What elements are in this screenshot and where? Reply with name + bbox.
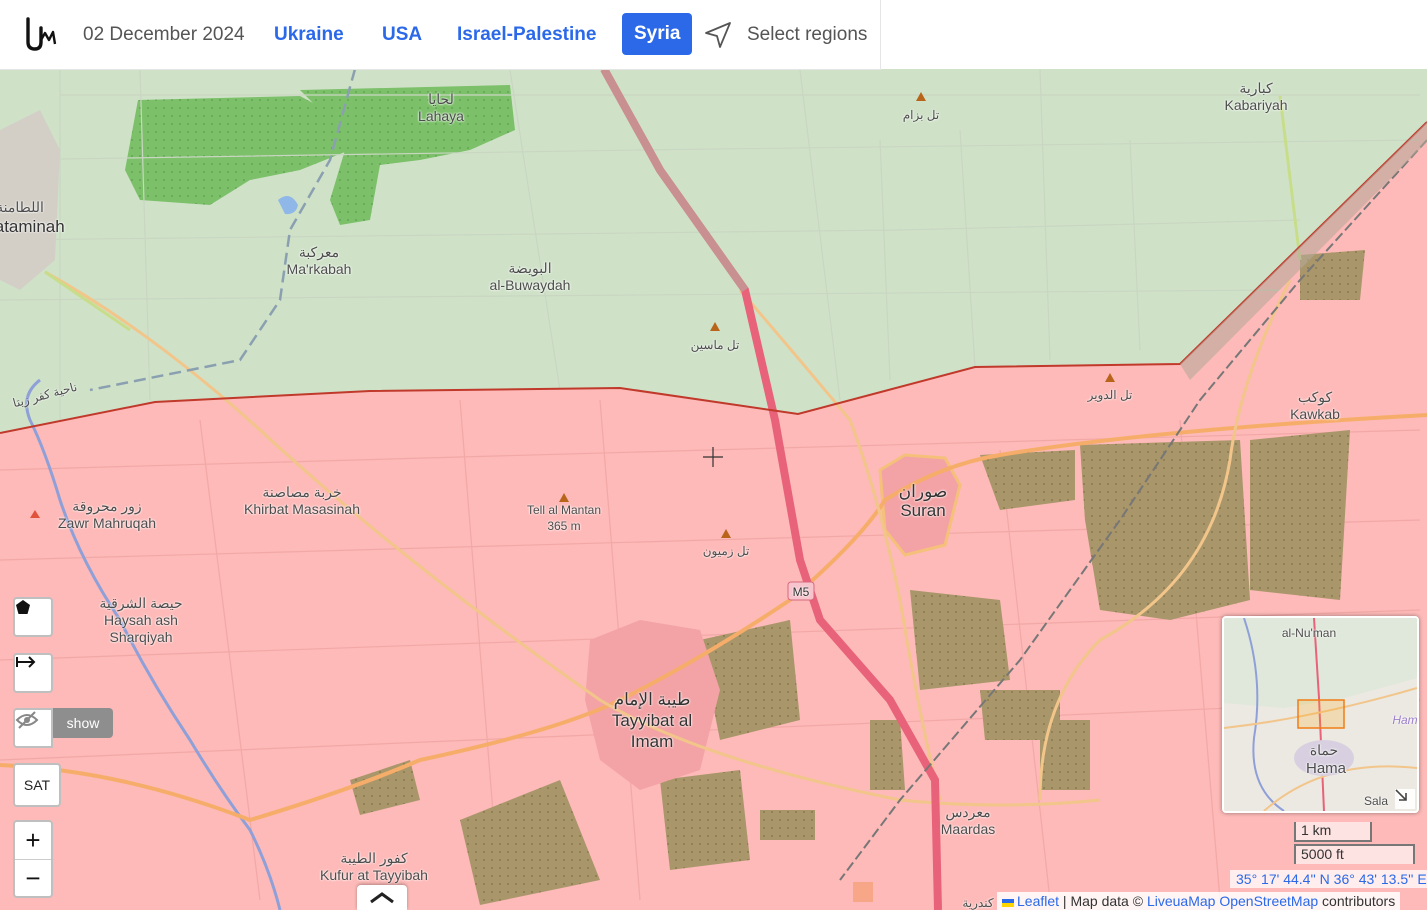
place-label-tal-bazam: تل بزام [902, 108, 940, 122]
measure-distance-button[interactable] [13, 653, 53, 693]
select-regions-label: Select regions [747, 24, 868, 45]
place-label-kabariyah-ar: كبارية [1239, 80, 1273, 96]
place-label-kawkab: Kawkab [1290, 406, 1340, 422]
place-label-zawr-ar: زور محروقة [72, 498, 142, 514]
minimap-label-hama-ar: حماة [1309, 742, 1339, 758]
tab-israel-palestine[interactable]: Israel-Palestine [457, 24, 596, 46]
scale-metric: 1 km [1294, 822, 1372, 842]
minimap-layers [1224, 618, 1417, 811]
place-label-tayyibat-line2: Imam [630, 732, 674, 751]
expand-panel-button[interactable] [357, 885, 407, 910]
place-label-maardas-ar: معردس [945, 804, 991, 820]
minimap-collapse-button[interactable] [1395, 789, 1415, 809]
tab-syria[interactable]: Syria [622, 13, 693, 55]
attribution-separator: | Map data © [1059, 893, 1147, 909]
place-label-maardas: Maardas [940, 821, 996, 837]
eye-slash-icon [15, 711, 39, 729]
pentagon-icon [16, 600, 30, 614]
place-label-haysah-line2: Sharqiyah [109, 629, 173, 645]
map-layers [0, 69, 1427, 910]
leaflet-link[interactable]: Leaflet [1017, 893, 1059, 909]
peak-label-tell-mantan-elevation: 365 m [547, 519, 581, 533]
openstreetmap-link[interactable]: OpenStreetMap [1219, 893, 1318, 909]
toggle-visibility-button[interactable] [13, 708, 53, 748]
scale-imperial: 5000 ft [1294, 844, 1415, 864]
place-label-khirbat-ar: خربة مصاصنة [262, 484, 342, 500]
place-label-buwaydah-ar: البويضة [508, 260, 552, 276]
peak-label-tell-mantan: Tell al Mantan [526, 503, 602, 517]
draw-polygon-button[interactable] [13, 597, 53, 637]
place-label-kufur-ar: كفور الطيبة [340, 850, 408, 866]
current-date: 02 December 2024 [83, 24, 245, 45]
collapse-arrow-icon [1395, 789, 1407, 801]
minimap-viewport[interactable] [1297, 699, 1345, 729]
tab-ukraine[interactable]: Ukraine [274, 24, 344, 46]
zoom-control: + − [13, 820, 53, 898]
highway-shield-m5: M5 [792, 585, 810, 599]
place-label-suran: Suran [900, 501, 946, 520]
cursor-coordinates: 35° 17' 44.4'' N 36° 43' 13.5'' E [1230, 870, 1427, 888]
chevron-up-icon [370, 891, 394, 903]
place-label-haysah-ar: حيصة الشرقية [99, 595, 183, 611]
minimap-label-sala: Sala [1363, 794, 1389, 808]
minimap-label-hama: Hama [1305, 760, 1347, 777]
place-label-zawr: Zawr Mahruqah [57, 515, 157, 531]
place-label-markabah-ar: معركبة [298, 244, 340, 260]
top-navigation-bar: 02 December 2024 Ukraine USA Israel-Pale… [0, 0, 881, 70]
place-label-kufur: Kufur at Tayyibah [320, 867, 428, 883]
zoom-out-button[interactable]: − [15, 859, 51, 897]
place-label-tal-dwayr: تل الدوير [1087, 388, 1133, 402]
minimap[interactable]: al-Nu'man حماة Hama Ham Sala [1222, 616, 1419, 813]
place-label-lataminah-ar: اللطامنة [0, 199, 44, 215]
place-label-haysah-line1: Haysah ash [104, 612, 178, 628]
minimap-label-numan: al-Nu'man [1281, 626, 1337, 640]
place-label-lataminah: Lataminah [0, 217, 65, 236]
attribution-contributors: contributors [1318, 893, 1396, 909]
place-label-kandariyah-ar: كندرية [962, 896, 994, 910]
place-label-tal-zamyoun: تل زميون [702, 544, 750, 558]
place-label-khirbat: Khirbat Masasinah [244, 501, 360, 517]
show-layers-toggle[interactable]: show [53, 708, 113, 738]
ukraine-flag-icon [1002, 899, 1014, 907]
place-label-kawkab-ar: كوكب [1297, 389, 1333, 405]
satellite-toggle-button[interactable]: SAT [13, 763, 61, 807]
place-label-markabah: Ma'rkabah [286, 261, 352, 277]
place-label-tal-masin: تل ماسين [690, 338, 740, 352]
minimap-label-ham: Ham [1392, 713, 1418, 727]
zoom-in-button[interactable]: + [15, 822, 51, 859]
place-label-suran-ar: صوران [898, 482, 948, 501]
liveuamap-logo[interactable] [25, 16, 59, 52]
liveuamap-link[interactable]: LiveuaMap [1147, 893, 1216, 909]
tab-usa[interactable]: USA [382, 24, 422, 46]
place-label-buwaydah: al-Buwaydah [489, 277, 571, 293]
place-label-kabariyah: Kabariyah [1224, 97, 1288, 113]
select-regions-button[interactable]: Select regions [703, 19, 867, 51]
place-label-lahaya-ar: لحايا [428, 91, 454, 107]
navigation-arrow-icon [705, 22, 731, 48]
map-attribution: Leaflet | Map data © LiveuaMap OpenStree… [997, 892, 1401, 910]
measure-arrow-icon [16, 656, 36, 668]
place-label-tayyibat-ar: طيبة الإمام [613, 690, 691, 709]
map-canvas[interactable]: لحايا Lahaya كبارية Kabariyah تل بزام ال… [0, 69, 1427, 910]
place-label-tayyibat-line1: Tayyibat al [611, 711, 693, 730]
place-label-lahaya: Lahaya [418, 108, 464, 124]
